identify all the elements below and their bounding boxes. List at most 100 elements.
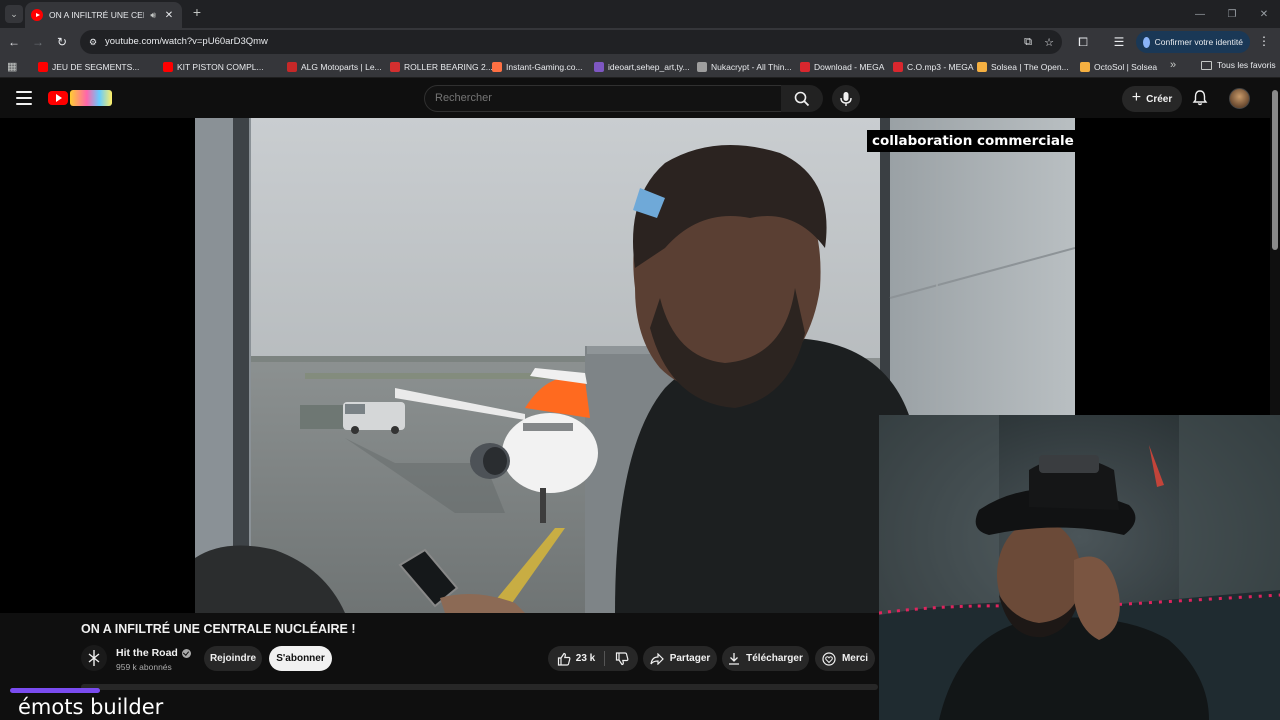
bookmark-label: Download - MEGA — [814, 62, 885, 72]
bookmark-label: ROLLER BEARING 2... — [404, 62, 493, 72]
download-button[interactable]: Télécharger — [722, 646, 809, 671]
emote-builder-text: émots builder — [18, 695, 164, 719]
account-avatar[interactable] — [1229, 88, 1250, 109]
bookmark-item[interactable]: ALG Motoparts | Le... — [287, 60, 382, 74]
bookmark-favicon-icon — [492, 62, 502, 72]
youtube-doodle-logo[interactable] — [70, 90, 112, 106]
bookmark-label: Solsea | The Open... — [991, 62, 1069, 72]
create-label: Créer — [1146, 93, 1173, 105]
like-count: 23 k — [575, 653, 596, 664]
more-bookmarks-icon[interactable]: » — [1170, 59, 1176, 71]
profile-label: Confirmer votre identité — [1154, 37, 1243, 47]
bookmark-item[interactable]: Solsea | The Open... — [977, 60, 1069, 74]
bookmark-favicon-icon — [38, 62, 48, 72]
profile-button[interactable]: Confirmer votre identité — [1136, 31, 1250, 53]
close-window-icon[interactable]: ✕ — [1248, 0, 1280, 28]
bookmark-item[interactable]: KIT PISTON COMPL... — [163, 60, 264, 74]
bookmark-label: C.O.mp3 - MEGA — [907, 62, 974, 72]
bookmark-favicon-icon — [977, 62, 987, 72]
bookmark-item[interactable]: OctoSol | Solsea — [1080, 60, 1157, 74]
minimize-icon[interactable]: — — [1184, 0, 1216, 28]
bookmark-favicon-icon — [697, 62, 707, 72]
dislike-button[interactable] — [605, 646, 638, 671]
scrollbar-thumb[interactable] — [1272, 90, 1278, 250]
like-button[interactable]: 23 k — [548, 646, 604, 671]
url-text[interactable]: youtube.com/watch?v=pU60arD3Qmw — [105, 36, 268, 47]
menu-icon[interactable] — [16, 91, 32, 105]
verified-badge-icon — [181, 648, 191, 658]
forward-arrow-icon[interactable]: → — [29, 33, 47, 51]
bookmark-item[interactable]: C.O.mp3 - MEGA — [893, 60, 974, 74]
subscriber-count: 959 k abonnés — [116, 662, 172, 672]
browser-menu-icon[interactable]: ⋮ — [1258, 34, 1270, 48]
bookmark-favicon-icon — [800, 62, 810, 72]
restore-icon[interactable]: ❐ — [1216, 0, 1248, 28]
thanks-label: Merci — [841, 653, 869, 664]
thanks-button[interactable]: Merci — [815, 646, 875, 671]
bookmark-favicon-icon — [390, 62, 400, 72]
share-label: Partager — [669, 653, 711, 664]
bookmark-item[interactable]: Instant-Gaming.co... — [492, 60, 583, 74]
speaker-icon[interactable]: 🔊︎ — [150, 10, 156, 21]
channel-name[interactable]: Hit the Road — [116, 647, 191, 659]
reload-icon[interactable]: ↻ — [53, 33, 71, 51]
voice-search-button[interactable] — [832, 85, 860, 112]
share-button[interactable]: Partager — [643, 646, 717, 671]
bookmark-item[interactable]: ROLLER BEARING 2... — [390, 60, 493, 74]
back-arrow-icon[interactable]: ← — [5, 33, 23, 51]
channel-logo-icon — [88, 650, 100, 666]
screen: ⌄ ON A INFILTRÉ UNE CENTR 🔊︎ ✕ + — ❐ ✕ ←… — [0, 0, 1280, 720]
create-button[interactable]: + Créer — [1122, 86, 1182, 112]
share-arrow-icon — [650, 652, 664, 665]
super-thanks-icon — [822, 651, 836, 666]
search-input[interactable] — [435, 92, 765, 104]
youtube-header: + Créer — [0, 79, 1280, 118]
site-info-icon[interactable]: ⚙︎ — [86, 35, 100, 49]
reading-list-icon[interactable]: ☰ — [1110, 33, 1128, 51]
microphone-icon — [840, 91, 852, 106]
description-box-edge[interactable] — [81, 684, 878, 690]
bookmarks-bar: ▦ JEU DE SEGMENTS... KIT PISTON COMPL... A… — [0, 56, 1280, 78]
bookmark-favicon-icon — [594, 62, 604, 72]
bookmark-favicon-icon — [893, 62, 903, 72]
bookmark-star-icon[interactable]: ☆ — [1041, 34, 1057, 50]
all-bookmarks-button[interactable]: Tous les favoris — [1201, 60, 1276, 70]
bookmark-item[interactable]: ideoart,sehep_art,ty... — [594, 60, 690, 74]
channel-avatar[interactable] — [81, 645, 107, 671]
search-icon — [794, 91, 810, 106]
streamer-webcam-image — [879, 415, 1280, 720]
channel-name-label[interactable]: Hit the Road — [116, 647, 178, 659]
search-box — [424, 85, 782, 112]
sponsor-label: collaboration commerciale — [867, 130, 1079, 152]
extensions-icon[interactable]: ⧠ — [1074, 33, 1092, 51]
video-title: ON A INFILTRÉ UNE CENTRALE NUCLÉAIRE ! — [81, 622, 356, 636]
subscribe-button[interactable]: S'abonner — [269, 646, 332, 671]
search-button[interactable] — [781, 85, 823, 112]
tab-search-button[interactable]: ⌄ — [5, 5, 23, 23]
youtube-favicon-icon — [31, 9, 43, 21]
apps-grid-icon[interactable]: ▦ — [7, 60, 17, 73]
tab-close-icon[interactable]: ✕ — [162, 10, 176, 21]
download-icon — [729, 653, 740, 665]
youtube-logo-icon[interactable] — [48, 91, 68, 105]
cast-icon[interactable]: ⧉ — [1020, 34, 1036, 50]
bookmark-label: OctoSol | Solsea — [1094, 62, 1158, 72]
thumbs-up-icon — [557, 652, 571, 666]
folder-icon — [1201, 60, 1212, 70]
tab-strip: ⌄ ON A INFILTRÉ UNE CENTR 🔊︎ ✕ + — ❐ ✕ — [0, 0, 1280, 28]
bookmark-favicon-icon — [163, 62, 173, 72]
join-button[interactable]: Rejoindre — [204, 646, 262, 671]
bookmark-item[interactable]: Download - MEGA — [800, 60, 884, 74]
bookmark-favicon-icon — [1080, 62, 1090, 72]
bookmark-favicon-icon — [287, 62, 297, 72]
address-bar[interactable]: ⚙︎ youtube.com/watch?v=pU60arD3Qmw ⧉ ☆ — [80, 30, 1062, 54]
like-dislike-group: 23 k — [548, 646, 638, 671]
browser-tab-active[interactable]: ON A INFILTRÉ UNE CENTR 🔊︎ ✕ — [25, 2, 182, 28]
bookmark-label: Instant-Gaming.co... — [506, 62, 583, 72]
bookmark-item[interactable]: Nukacrypt - All Thin... — [697, 60, 792, 74]
new-tab-button[interactable]: + — [188, 4, 206, 20]
bookmark-item[interactable]: JEU DE SEGMENTS... — [38, 60, 139, 74]
notifications-bell-icon[interactable] — [1191, 89, 1209, 107]
window-controls: — ❐ ✕ — [1184, 0, 1280, 28]
bookmark-label: KIT PISTON COMPL... — [177, 62, 264, 72]
